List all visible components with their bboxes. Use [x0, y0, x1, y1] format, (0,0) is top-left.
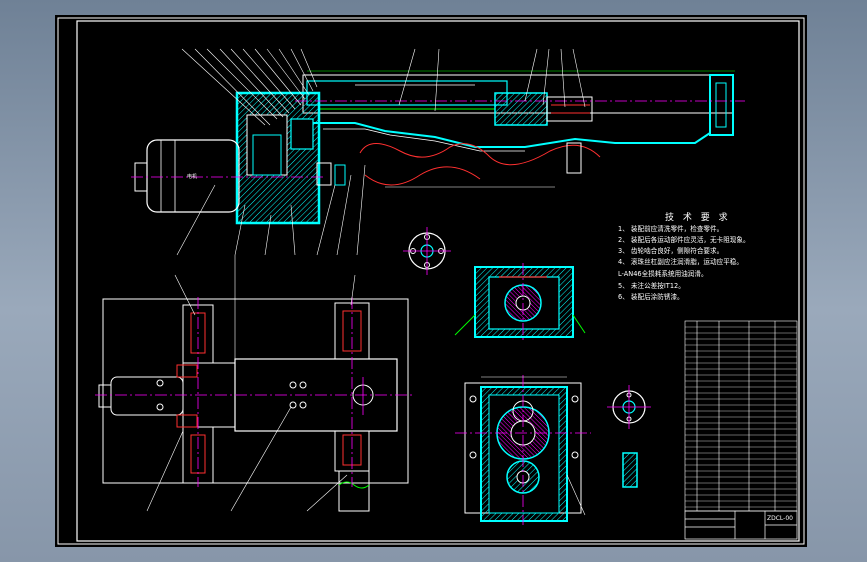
main-section-view: [131, 70, 745, 225]
flange-detail-view: [403, 227, 451, 275]
drawing-sheet: 技 术 要 求 1、 装配前应清洗零件，检查零件。 2、 装配后各运动部件应灵活…: [55, 15, 807, 547]
gear-detail-view: [607, 385, 651, 488]
tech-requirement-1: 1、 装配前应清洗零件，检查零件。: [618, 225, 724, 233]
tech-requirement-oil: L-AN46全损耗系统用油润滑。: [618, 270, 708, 278]
tech-requirement-2: 2、 装配后各运动部件应灵活，无卡阻现象。: [618, 236, 750, 244]
parts-list-rows: [685, 326, 797, 508]
section-b-view: [455, 375, 591, 525]
section-a-view: [454, 263, 586, 343]
tech-requirement-6: 6、 装配后涂防锈漆。: [618, 293, 684, 301]
tech-requirements-list: 1、 装配前应清洗零件，检查零件。 2、 装配后各运动部件应灵活，无卡阻现象。 …: [618, 225, 798, 301]
motor-label: 电机: [187, 174, 198, 180]
parts-list-table: [684, 320, 798, 512]
tech-requirement-4: 4、 滚珠丝杠副应注润滑脂，运动应平稳。: [618, 258, 743, 266]
tech-requirement-5: 5、 未注公差按IT12。: [618, 282, 685, 290]
top-view: [95, 255, 415, 512]
tech-requirements-title: 技 术 要 求: [665, 213, 731, 223]
drawing-number: ZDCL-00: [767, 515, 793, 522]
tech-requirement-3: 3、 齿轮啮合良好，侧隙符合要求。: [618, 247, 724, 255]
